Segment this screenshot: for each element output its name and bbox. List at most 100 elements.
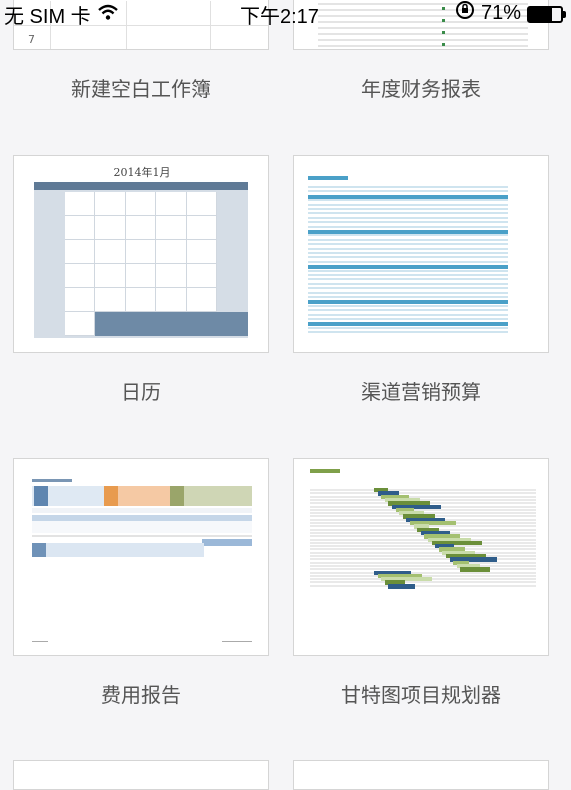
budget-section-band	[308, 300, 508, 305]
budget-section-band	[308, 230, 508, 234]
template-expense-report[interactable]	[13, 458, 269, 656]
template-label-channel-marketing-budget[interactable]: 渠道营销预算	[293, 376, 549, 405]
calendar-day-cell	[156, 264, 187, 288]
gantt-row	[310, 584, 536, 587]
calendar-day-cell	[156, 216, 187, 240]
budget-section-band	[308, 265, 508, 270]
budget-row	[308, 274, 508, 276]
gantt-row	[310, 561, 536, 564]
budget-row	[308, 291, 508, 294]
calendar-day-cell	[95, 192, 126, 216]
gantt-row	[310, 535, 536, 538]
budget-row	[308, 296, 508, 298]
budget-row	[308, 216, 508, 219]
gantt-row	[310, 551, 536, 554]
template-label-blank-workbook[interactable]: 新建空白工作簿	[13, 73, 269, 102]
clock: 下午2:17	[240, 6, 319, 28]
gantt-row	[310, 571, 536, 574]
template-label-expense-report[interactable]: 费用报告	[13, 679, 269, 708]
budget-row	[308, 282, 508, 285]
calendar-day-cell	[186, 192, 218, 216]
budget-row	[308, 208, 508, 210]
expense-report-thumbnail	[32, 479, 252, 642]
calendar-day-cell	[125, 240, 157, 264]
calendar-day-cell	[186, 264, 218, 288]
gantt-row	[310, 564, 536, 567]
budget-title-bar	[308, 176, 348, 180]
gantt-thumbnail	[294, 459, 548, 655]
row-number: 7	[28, 33, 35, 46]
template-next-left[interactable]	[13, 760, 269, 790]
template-label-gantt-planner[interactable]: 甘特图项目规划器	[293, 679, 549, 708]
calendar-day-cell	[64, 240, 96, 264]
gantt-row	[310, 545, 536, 548]
budget-row	[308, 287, 508, 290]
template-gantt-planner[interactable]	[293, 458, 549, 656]
calendar-notes-bar	[95, 312, 248, 336]
budget-section-band	[308, 322, 508, 327]
budget-row	[308, 225, 508, 228]
gantt-row	[310, 489, 536, 491]
gantt-row	[310, 581, 536, 584]
budget-row	[308, 234, 508, 237]
budget-row	[308, 304, 508, 307]
budget-row	[308, 238, 508, 241]
budget-row	[308, 252, 508, 254]
budget-row	[308, 199, 508, 202]
budget-row	[308, 243, 508, 246]
calendar-day-cell	[95, 288, 126, 312]
calendar-grid	[34, 190, 248, 338]
budget-row	[308, 190, 508, 193]
calendar-day-cell	[186, 216, 218, 240]
gantt-row	[310, 555, 536, 557]
gantt-row	[310, 538, 536, 541]
calendar-day-cell	[156, 288, 187, 312]
gantt-row	[310, 495, 536, 498]
budget-row	[308, 221, 508, 224]
wifi-icon	[97, 3, 119, 27]
calendar-day-cell	[186, 288, 218, 312]
calendar-day-cell	[125, 216, 157, 240]
budget-row	[308, 278, 508, 281]
calendar-day-cell	[64, 192, 96, 216]
gantt-row	[310, 558, 536, 561]
rotation-lock-icon	[455, 0, 475, 26]
status-bar: 无 SIM 卡 下午2:17 71%	[0, 0, 571, 28]
budget-row	[308, 331, 508, 334]
calendar-header	[34, 182, 248, 190]
budget-row	[308, 203, 508, 206]
gantt-row	[310, 492, 536, 495]
calendar-day-cell	[95, 240, 126, 264]
calendar-title: 2014年1月	[113, 166, 171, 179]
calendar-day-cell	[95, 216, 126, 240]
battery-percent: 71%	[480, 1, 521, 24]
budget-thumbnail	[294, 156, 548, 352]
template-label-calendar[interactable]: 日历	[13, 376, 269, 405]
budget-row	[308, 309, 508, 312]
template-calendar[interactable]: 2014年1月	[13, 155, 269, 353]
budget-row	[308, 212, 508, 215]
carrier-text: 无 SIM 卡	[4, 6, 91, 28]
gantt-title-bar	[310, 469, 340, 473]
gantt-row	[310, 548, 536, 551]
budget-section-band	[308, 194, 508, 199]
calendar-day-cell	[64, 312, 96, 336]
calendar-day-cell	[64, 264, 96, 288]
battery-icon	[527, 5, 566, 23]
calendar-day-cell	[64, 216, 96, 240]
budget-row	[308, 260, 508, 263]
budget-row	[308, 318, 508, 320]
budget-row	[308, 186, 508, 188]
calendar-day-cell	[125, 288, 157, 312]
budget-row	[308, 269, 508, 272]
budget-row	[308, 313, 508, 316]
gantt-bar	[388, 583, 416, 589]
budget-row	[308, 247, 508, 250]
template-next-right[interactable]	[293, 760, 549, 790]
template-channel-marketing-budget[interactable]	[293, 155, 549, 353]
gantt-row	[310, 568, 536, 571]
calendar-day-cell	[64, 288, 96, 312]
template-label-annual-financial-report[interactable]: 年度财务报表	[293, 73, 549, 102]
calendar-day-cell	[125, 264, 157, 288]
budget-row	[308, 326, 508, 329]
